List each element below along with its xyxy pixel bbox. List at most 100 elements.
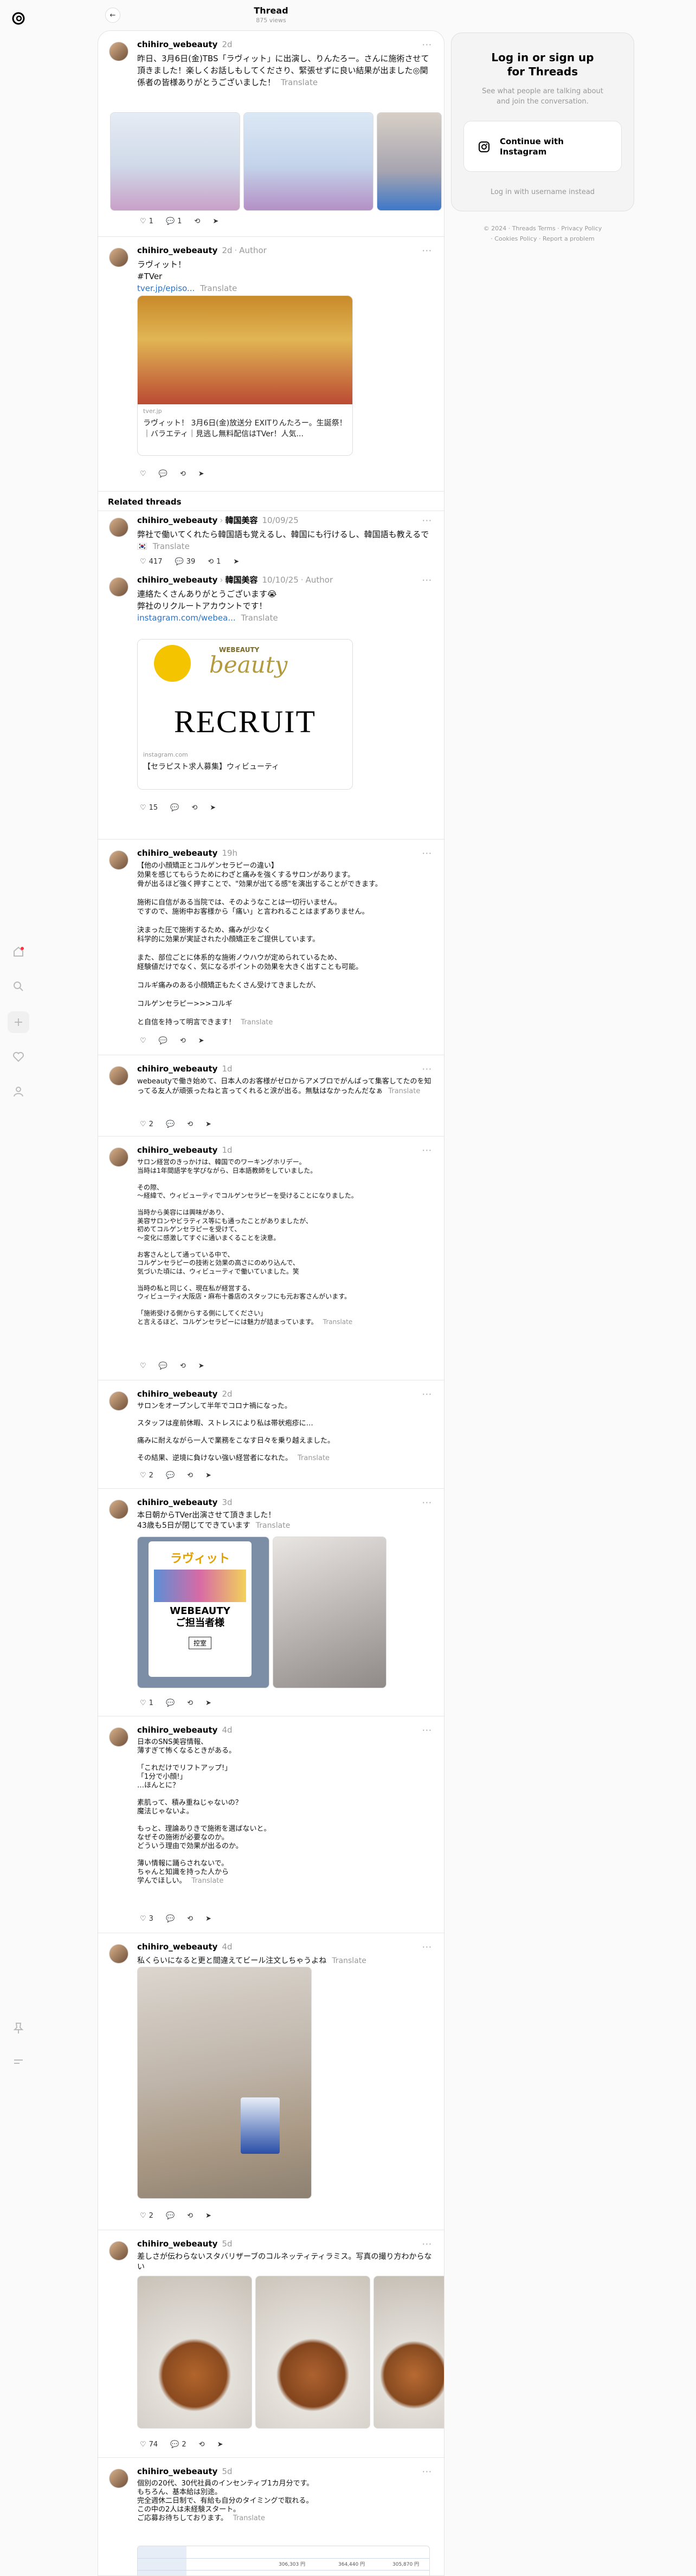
translate-link[interactable]: Translate [298, 1454, 330, 1462]
photo-carousel[interactable] [137, 1967, 315, 2199]
username[interactable]: chihiro_webeauty [137, 40, 217, 49]
repost-button[interactable]: ⟲ [184, 1915, 193, 1923]
heart-icon[interactable] [8, 1046, 29, 1068]
username[interactable]: chihiro_webeauty [137, 2467, 217, 2476]
like-button[interactable]: ♡ 74 [137, 2441, 158, 2449]
photo[interactable] [137, 1967, 312, 2199]
menu-icon[interactable] [8, 2051, 29, 2073]
post-time[interactable]: 10/09/25 [262, 515, 298, 525]
photo[interactable] [377, 112, 442, 211]
repost-button[interactable]: ⟲ [184, 1120, 193, 1128]
translate-link[interactable]: Translate [388, 1087, 420, 1095]
post-time[interactable]: 10/10/25 [262, 575, 298, 585]
username[interactable]: chihiro_webeauty [137, 515, 217, 525]
photo[interactable]: ラヴィット WEBEAUTY ご担当者様 控室 [137, 1536, 269, 1688]
like-button[interactable]: ♡ 1 [137, 217, 153, 225]
like-button[interactable]: ♡ [137, 1362, 146, 1370]
like-button[interactable]: ♡ 1 [137, 1699, 153, 1707]
like-button[interactable]: ♡ 2 [137, 1120, 153, 1128]
photo-carousel[interactable] [137, 2276, 444, 2429]
post-link[interactable]: instagram.com/webea... [137, 613, 236, 623]
profile-icon[interactable] [8, 1081, 29, 1102]
search-icon[interactable] [8, 976, 29, 997]
repost-button[interactable]: ⟲ [184, 2212, 193, 2220]
link-card[interactable]: tver.jp ラヴィット！ 3月6日(金)放送分 EXITりんたろー。生誕祭！… [137, 295, 353, 456]
post-time[interactable]: 4d [222, 1725, 232, 1735]
translate-link[interactable]: Translate [241, 613, 278, 623]
translate-link[interactable]: Translate [233, 2514, 265, 2522]
reply-button[interactable]: 💬 [163, 1120, 175, 1128]
like-button[interactable]: ♡ [137, 1037, 146, 1045]
avatar[interactable] [109, 1147, 128, 1167]
post-time[interactable]: 5d [222, 2239, 232, 2249]
like-button[interactable]: ♡ [137, 470, 146, 478]
link-card[interactable]: WEBEAUTY beauty RECRUIT instagram.com 【セ… [137, 639, 353, 790]
translate-link[interactable]: Translate [153, 541, 190, 551]
threads-logo-icon[interactable] [8, 8, 29, 29]
like-button[interactable]: ♡ 2 [137, 1471, 153, 1480]
like-button[interactable]: ♡ 417 [137, 558, 162, 566]
avatar[interactable] [109, 1944, 128, 1964]
reply-button[interactable]: 💬 [156, 1037, 167, 1045]
repost-button[interactable]: ⟲ [177, 1362, 186, 1370]
reply-button[interactable]: 💬 [163, 1699, 175, 1707]
post-time[interactable]: 19h [222, 848, 237, 858]
post-time[interactable]: 3d [222, 1497, 232, 1507]
avatar[interactable] [109, 1500, 128, 1519]
photo[interactable] [273, 1536, 386, 1688]
avatar[interactable] [109, 1391, 128, 1411]
repost-button[interactable]: ⟲ 1 [205, 558, 221, 566]
repost-button[interactable]: ⟲ [189, 804, 197, 812]
repost-button[interactable]: ⟲ [177, 470, 186, 478]
reply-button[interactable]: 💬 [163, 1471, 175, 1480]
pin-icon[interactable] [8, 2017, 29, 2039]
avatar[interactable] [109, 850, 128, 870]
photo[interactable] [137, 2276, 252, 2429]
translate-link[interactable]: Translate [256, 1521, 291, 1530]
post-time[interactable]: 2d [222, 246, 232, 255]
reply-button[interactable]: 💬 [163, 1915, 175, 1923]
home-icon[interactable] [8, 941, 29, 963]
translate-link[interactable]: Translate [323, 1318, 353, 1326]
share-button[interactable]: ➤ [196, 470, 204, 478]
avatar[interactable] [109, 577, 128, 597]
post-time[interactable]: 5d [222, 2467, 232, 2476]
post-time[interactable]: 1d [222, 1145, 232, 1155]
translate-link[interactable]: Translate [191, 1877, 223, 1885]
repost-button[interactable]: ⟲ [184, 1699, 193, 1707]
username[interactable]: chihiro_webeauty [137, 1064, 217, 1074]
username[interactable]: chihiro_webeauty [137, 1389, 217, 1399]
reply-button[interactable]: 💬 [167, 804, 179, 812]
username[interactable]: chihiro_webeauty [137, 2239, 217, 2249]
username[interactable]: chihiro_webeauty [137, 848, 217, 858]
avatar[interactable] [109, 42, 128, 61]
like-button[interactable]: ♡ 15 [137, 804, 158, 812]
post-time[interactable]: 2d [222, 1389, 232, 1399]
create-icon[interactable]: + [8, 1011, 29, 1033]
reply-button[interactable]: 💬 [163, 2212, 175, 2220]
salary-table-image[interactable]: 306,303 円 364,440 円 305,870 円 [137, 2546, 430, 2575]
username[interactable]: chihiro_webeauty [137, 246, 217, 255]
photo[interactable] [373, 2276, 444, 2429]
share-button[interactable]: ➤ [203, 1120, 211, 1128]
photo[interactable] [255, 2276, 370, 2429]
avatar[interactable] [109, 2469, 128, 2488]
topic-tag[interactable]: 韓国美容 [225, 515, 257, 525]
repost-button[interactable]: ⟲ [184, 1471, 193, 1480]
translate-link[interactable]: Translate [200, 283, 237, 293]
avatar[interactable] [109, 2241, 128, 2261]
photo-carousel[interactable]: ラヴィット WEBEAUTY ご担当者様 控室 [137, 1536, 390, 1688]
photo[interactable] [243, 112, 373, 211]
username[interactable]: chihiro_webeauty [137, 1725, 217, 1735]
avatar[interactable] [109, 518, 128, 537]
translate-link[interactable]: Translate [281, 78, 318, 87]
reply-button[interactable]: 💬 1 [163, 217, 182, 225]
avatar[interactable] [109, 248, 128, 267]
post-time[interactable]: 2d [222, 40, 232, 49]
post-link[interactable]: tver.jp/episo... [137, 283, 195, 293]
post-time[interactable]: 4d [222, 1942, 232, 1952]
topic-tag[interactable]: 韓国美容 [225, 575, 257, 585]
username-login-link[interactable]: Log in with username instead [452, 188, 634, 196]
username[interactable]: chihiro_webeauty [137, 1497, 217, 1507]
reply-button[interactable]: 💬 [156, 1362, 167, 1370]
